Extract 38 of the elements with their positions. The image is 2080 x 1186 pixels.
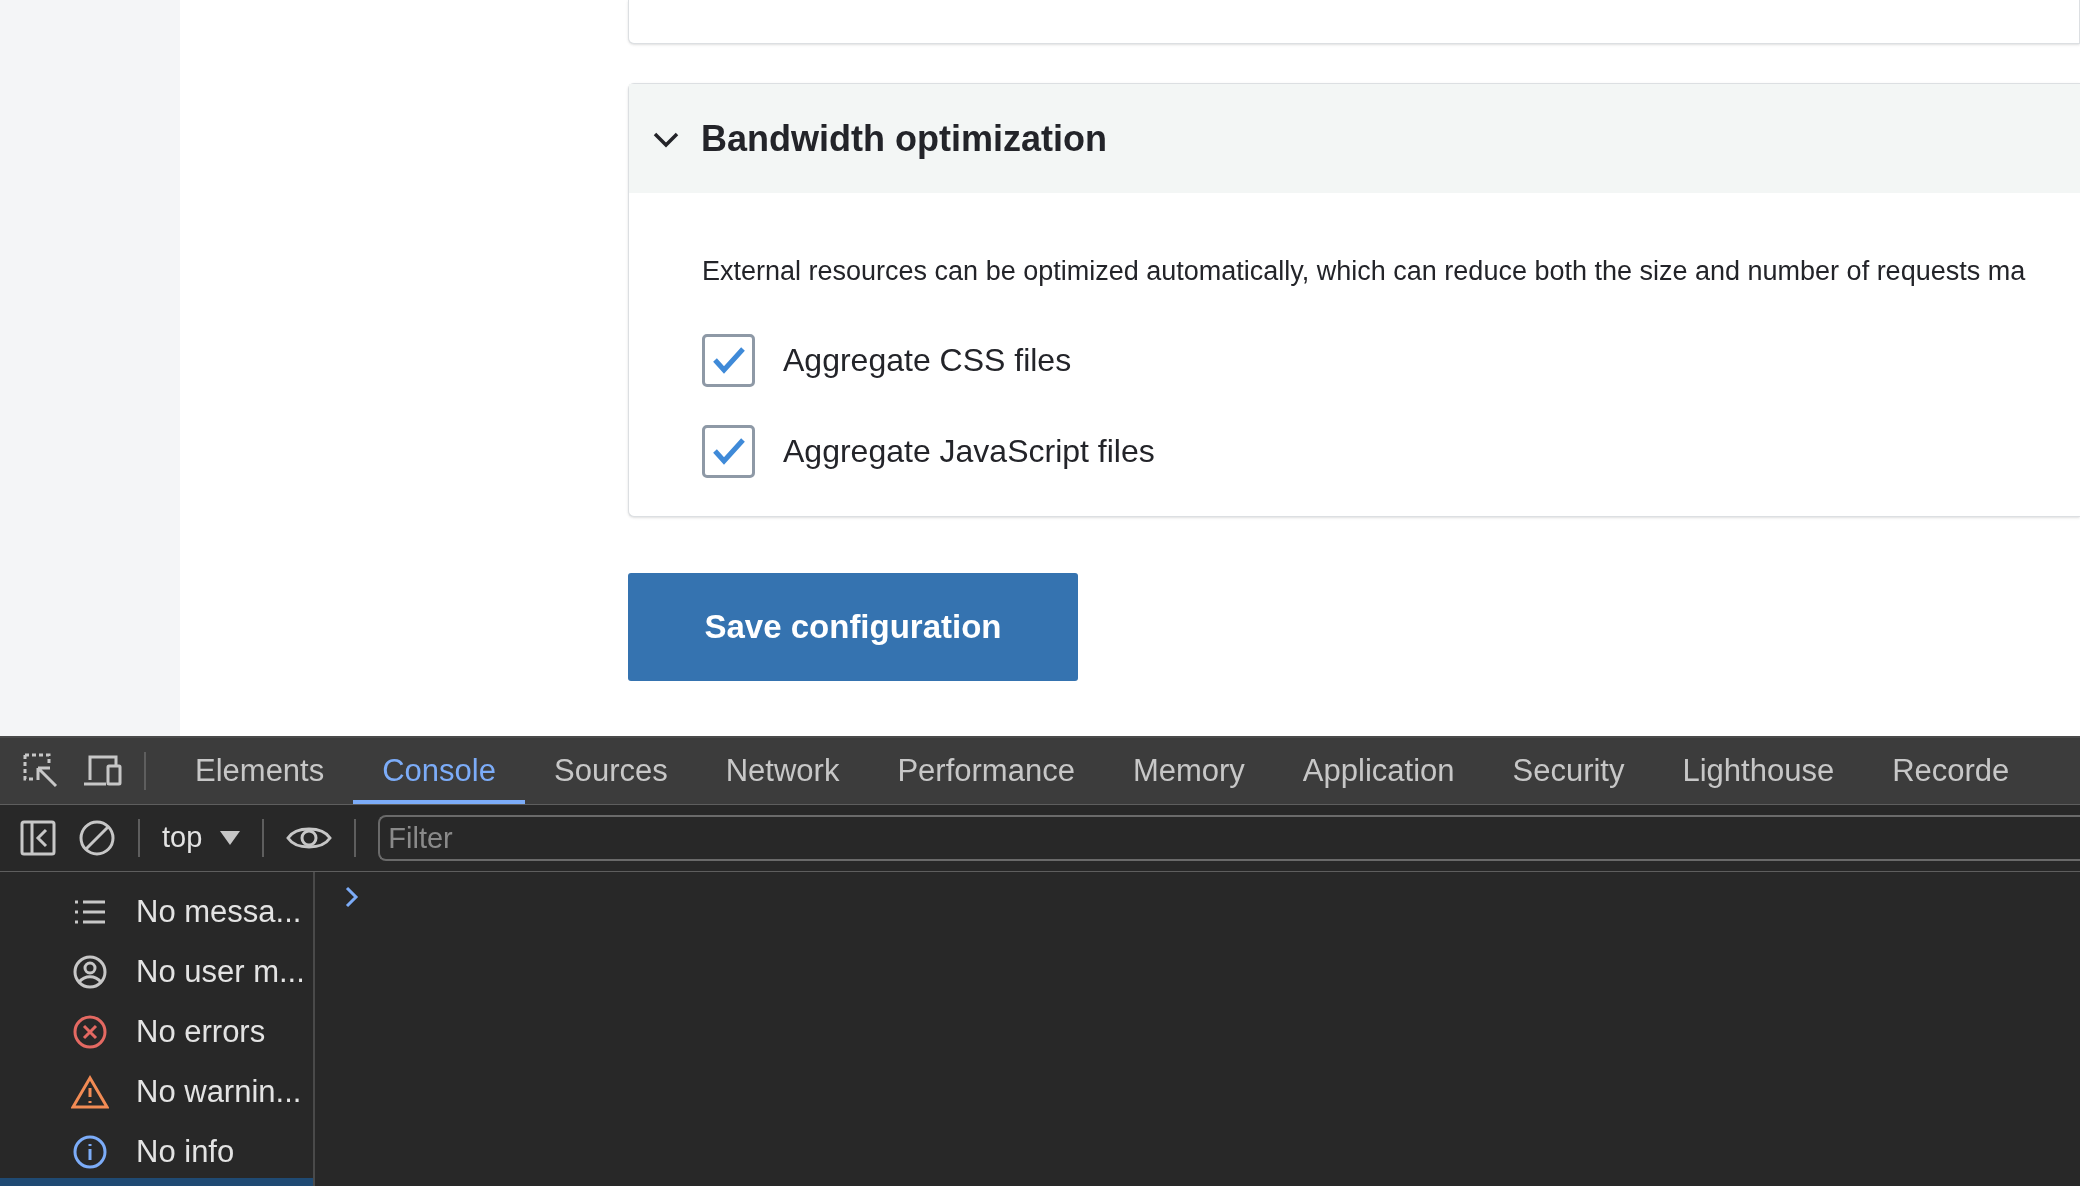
error-icon: [73, 1015, 107, 1049]
sidebar-item[interactable]: No warnin...: [0, 1062, 313, 1122]
devtools-tab[interactable]: Memory: [1103, 738, 1274, 804]
devtools-tab[interactable]: Performance: [868, 738, 1104, 804]
devtools-tab[interactable]: Security: [1483, 738, 1654, 804]
sidebar-toggle-icon[interactable]: [20, 820, 56, 856]
devtools-tab[interactable]: Console: [353, 738, 525, 804]
save-button[interactable]: Save configuration: [628, 573, 1078, 681]
section-title: Bandwidth optimization: [701, 116, 1107, 161]
devtools-tab[interactable]: Application: [1273, 738, 1484, 804]
prompt-chevron-icon: [345, 886, 359, 908]
sidebar-item[interactable]: No info: [0, 1122, 313, 1182]
checkbox-label: Aggregate JavaScript files: [783, 432, 1155, 471]
inspect-element-icon[interactable]: [22, 752, 60, 790]
section-description: External resources can be optimized automatically, which can reduce both the size and number of requests ma: [702, 255, 2027, 288]
caret-icon: [220, 831, 241, 845]
list-icon: [74, 899, 106, 925]
devtools-tab[interactable]: Lighthouse: [1653, 738, 1864, 804]
info-icon: [73, 1135, 107, 1169]
clear-console-icon[interactable]: [78, 819, 116, 857]
device-toolbar-icon[interactable]: [82, 754, 122, 788]
warning-icon: [71, 1075, 109, 1109]
sidebar-item[interactable]: No errors: [0, 1002, 313, 1062]
devtools-tab[interactable]: Recorde: [1863, 738, 2039, 804]
sidebar-item[interactable]: No user m...: [0, 942, 313, 1002]
checkmark-icon: [711, 345, 746, 375]
checkbox-label: Aggregate CSS files: [783, 341, 1072, 380]
section-header[interactable]: Bandwidth optimization: [629, 84, 2080, 193]
filter-field[interactable]: Filter: [378, 815, 2080, 861]
devtools-tab[interactable]: Elements: [166, 738, 354, 804]
devtools-tab[interactable]: Sources: [525, 738, 697, 804]
user-icon: [73, 955, 107, 989]
sidebar-item[interactable]: No messa...: [0, 882, 313, 942]
checkbox[interactable]: [702, 333, 755, 387]
checkmark-icon: [711, 436, 746, 466]
checkbox[interactable]: [702, 424, 755, 478]
devtools-tab[interactable]: Network: [696, 738, 869, 804]
context-dropdown[interactable]: top: [162, 816, 241, 860]
